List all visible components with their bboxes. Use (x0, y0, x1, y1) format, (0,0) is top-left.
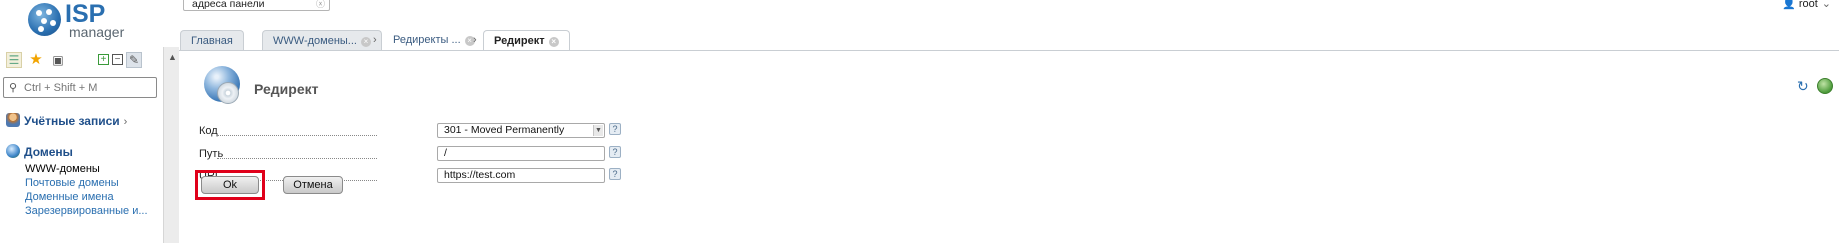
sidebar-item-www-domains[interactable]: WWW-домены (25, 163, 100, 175)
globe-icon (6, 144, 20, 158)
sidebar: ISP manager ☰ ★ ▣ + − ✎ ⚲ Учётные записи… (0, 0, 163, 243)
tab-redirect[interactable]: Редирект × (483, 30, 570, 51)
logo-ball-icon (28, 3, 61, 36)
tab-label: WWW-домены... (273, 35, 357, 47)
chevron-down-icon: ⌄ (1821, 0, 1831, 10)
form-row-path: Путь / ? (199, 146, 621, 164)
logo-sub-text: manager (69, 24, 125, 40)
user-menu[interactable]: 👤 root ⌄ (1782, 0, 1831, 10)
camera-icon[interactable]: ▣ (50, 52, 66, 68)
user-name: root (1798, 0, 1818, 10)
sidebar-toolbar: ☰ ★ ▣ + − ✎ (6, 52, 156, 70)
code-select[interactable]: 301 - Moved Permanently ▼ (437, 123, 605, 138)
top-search-text: адреса панели (192, 0, 265, 10)
sidebar-search-input[interactable] (24, 80, 152, 95)
sidebar-group-domains[interactable]: Домены (6, 144, 73, 159)
label-leader (217, 135, 377, 136)
sidebar-search[interactable]: ⚲ (3, 77, 157, 98)
help-icon[interactable]: ? (609, 146, 621, 158)
network-icon[interactable] (1817, 78, 1833, 94)
sidebar-group-label: Учётные записи (24, 114, 120, 128)
breadcrumb-separator: › (473, 34, 477, 46)
cancel-button[interactable]: Отмена (283, 176, 343, 194)
sidebar-group-accounts[interactable]: Учётные записи › (6, 113, 127, 128)
collapse-icon[interactable]: − (112, 54, 123, 65)
sidebar-splitter[interactable]: ▲ (163, 47, 179, 243)
field-label: Код (199, 125, 218, 137)
chevron-right-icon: › (123, 116, 128, 128)
form-row-code: Код 301 - Moved Permanently ▼ ? (199, 123, 621, 141)
collapse-arrow-icon[interactable]: ▲ (168, 52, 177, 62)
close-icon[interactable]: × (360, 37, 371, 47)
list-icon[interactable]: ☰ (6, 52, 22, 68)
breadcrumb-separator: › (373, 34, 377, 46)
tab-home[interactable]: Главная (180, 30, 244, 50)
path-input[interactable]: / (437, 146, 605, 161)
refresh-icon[interactable]: ↻ (1797, 79, 1811, 93)
code-select-value: 301 - Moved Permanently (444, 124, 565, 136)
user-icon: 👤 (1782, 0, 1796, 10)
sidebar-item-mail-domains[interactable]: Почтовые домены (25, 177, 119, 189)
tab-www-domains[interactable]: WWW-домены... × (262, 30, 382, 50)
topbar: адреса панели ⓧ 👤 root ⌄ Главная WWW-домен… (179, 0, 1839, 51)
sidebar-group-label: Домены (24, 145, 73, 159)
close-icon[interactable]: × (548, 37, 559, 47)
tab-redirects[interactable]: Редиректы ... × (383, 30, 485, 50)
tab-label: Редиректы ... (393, 34, 461, 46)
star-icon[interactable]: ★ (28, 52, 44, 68)
tab-label: Редирект (494, 35, 545, 47)
help-icon[interactable]: ? (609, 123, 621, 135)
tab-label: Главная (191, 35, 233, 47)
help-icon[interactable]: ? (609, 168, 621, 180)
user-accounts-icon (6, 113, 20, 127)
pin-icon[interactable]: ✎ (126, 52, 142, 68)
path-input-value: / (444, 147, 447, 159)
sidebar-item-domain-names[interactable]: Доменные имена (25, 191, 114, 203)
disc-icon (217, 82, 239, 104)
redirect-globe-icon (204, 66, 240, 104)
top-search-field[interactable]: адреса панели ⓧ (183, 0, 330, 11)
expand-icon[interactable]: + (98, 54, 109, 65)
page-title: Редирект (254, 81, 319, 97)
chevron-down-icon[interactable]: ▼ (593, 125, 603, 136)
url-input[interactable]: https://test.com (437, 168, 605, 183)
search-icon: ⚲ (9, 82, 18, 94)
main-content: Редирект ↻ Код 301 - Moved Permanently ▼… (179, 51, 1839, 243)
label-leader (217, 158, 377, 159)
clear-icon[interactable]: ⓧ (316, 0, 325, 10)
ok-button[interactable]: Ok (201, 176, 259, 194)
ok-button-highlight: Ok (195, 170, 265, 200)
url-input-value: https://test.com (444, 169, 516, 181)
ispmanager-logo[interactable]: ISP manager (28, 0, 138, 40)
sidebar-item-reserved[interactable]: Зарезервированные и... (25, 205, 148, 217)
